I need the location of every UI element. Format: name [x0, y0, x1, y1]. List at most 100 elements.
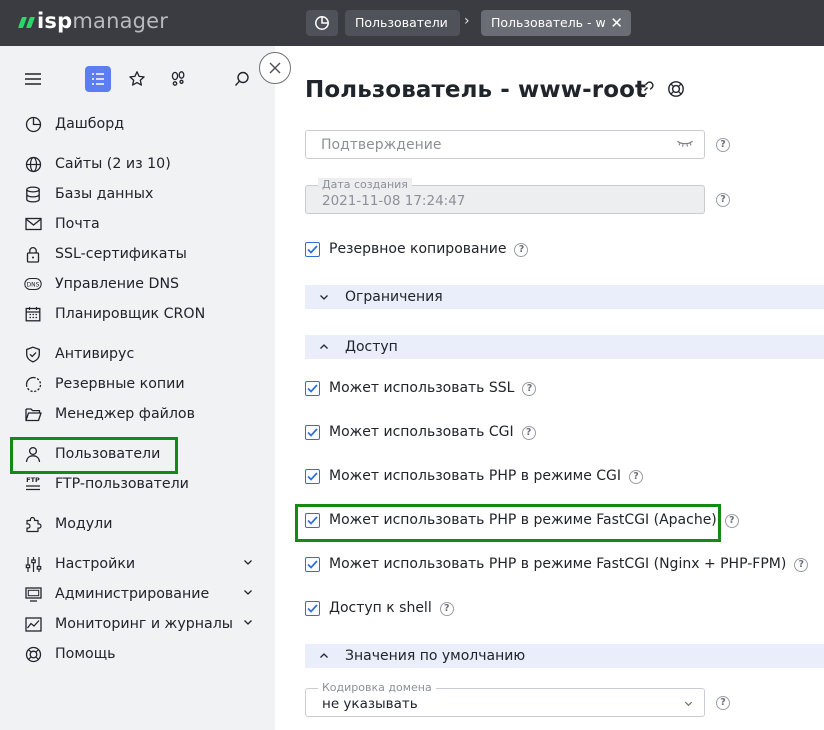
backup-checkbox[interactable] — [305, 241, 320, 257]
section-limits[interactable]: Ограничения — [305, 285, 824, 309]
chevron-down-icon[interactable] — [242, 616, 254, 628]
sidebar-item-file-manager[interactable]: Менеджер файлов — [24, 402, 195, 426]
mail-icon — [24, 215, 42, 233]
sidebar-item-label: Помощь — [55, 646, 116, 662]
help-icon[interactable]: ? — [716, 193, 730, 207]
lifebuoy-icon[interactable] — [667, 80, 685, 98]
help-icon[interactable]: ? — [724, 514, 739, 528]
access-option-label: Может использовать PHP в режиме CGI — [329, 468, 622, 484]
sidebar-item-label: Модули — [55, 516, 113, 532]
sidebar-item-backups[interactable]: Резервные копии — [24, 372, 185, 396]
dashboard-home-button[interactable] — [306, 10, 338, 36]
password-confirm-field[interactable]: Подтверждение — [305, 130, 705, 159]
sidebar-item-dashboard[interactable]: Дашборд — [24, 112, 124, 136]
breadcrumb-current-label: Пользователь - w — [491, 15, 606, 30]
section-defaults[interactable]: Значения по умолчанию — [305, 644, 824, 668]
collapse-menu-button[interactable] — [259, 52, 291, 84]
help-icon[interactable]: ? — [439, 602, 454, 616]
highlight-box-users — [10, 437, 178, 474]
access-option-cgi[interactable]: Может использовать CGI ? — [305, 422, 536, 442]
sidebar-item-antivirus[interactable]: Антивирус — [24, 342, 134, 366]
access-option-label: Может использовать SSL — [329, 380, 515, 396]
sidebar-item-label: Управление DNS — [55, 276, 180, 292]
sidebar-item-sites[interactable]: Сайты (2 из 10) — [24, 152, 171, 176]
chart-icon — [24, 615, 42, 633]
sidebar-item-mail[interactable]: Почта — [24, 212, 100, 236]
creation-date-label: Дата создания — [318, 178, 412, 192]
sidebar-item-administration[interactable]: Администрирование — [24, 582, 252, 606]
access-option-ssl[interactable]: Может использовать SSL ? — [305, 378, 537, 398]
section-defaults-label: Значения по умолчанию — [345, 648, 526, 664]
chevron-down-icon — [317, 290, 331, 304]
sidebar-item-modules[interactable]: Модули — [24, 512, 112, 536]
checkmark-icon — [307, 383, 318, 393]
breadcrumb-separator: › — [464, 13, 470, 29]
search-icon — [234, 71, 249, 86]
access-option-shell[interactable]: Доступ к shell ? — [305, 598, 454, 618]
domain-encoding-select[interactable]: Кодировка домена не указывать — [305, 681, 705, 717]
help-icon[interactable]: ? — [716, 138, 730, 152]
sidebar-item-cron[interactable]: Планировщик CRON — [24, 302, 205, 326]
sidebar-item-dns[interactable]: DNS Управление DNS — [24, 272, 179, 296]
recent-actions-button[interactable] — [165, 66, 191, 92]
sidebar-item-ssl[interactable]: SSL-сертификаты — [24, 242, 187, 266]
highlight-box-php-fastcgi-apache — [295, 504, 721, 542]
php-fastcgi-nginx-checkbox[interactable] — [305, 556, 320, 572]
backup-checkbox-label: Резервное копирование — [329, 241, 507, 257]
domain-encoding-label: Кодировка домена — [318, 681, 436, 695]
access-option-php-fastcgi-nginx[interactable]: Может использовать PHP в режиме FastCGI … — [305, 554, 809, 574]
checkmark-icon — [307, 559, 318, 569]
help-icon[interactable]: ? — [522, 382, 537, 396]
sidebar-item-databases[interactable]: Базы данных — [24, 182, 153, 206]
sidebar-item-settings[interactable]: Настройки — [24, 552, 252, 576]
menu-list-view-button[interactable] — [85, 66, 111, 92]
close-icon — [269, 62, 281, 74]
access-option-label: Может использовать PHP в режиме FastCGI … — [329, 556, 787, 572]
section-access[interactable]: Доступ — [305, 335, 824, 359]
backup-icon — [24, 375, 42, 393]
ispmanager-logo[interactable]: ispmanager — [17, 9, 168, 33]
checkmark-icon — [307, 471, 318, 481]
menu-toggle-button[interactable] — [20, 66, 46, 92]
php-cgi-checkbox[interactable] — [305, 468, 320, 484]
breadcrumb-current-user[interactable]: Пользователь - w ✕ — [481, 10, 631, 36]
chevron-down-icon[interactable] — [242, 556, 254, 568]
section-access-label: Доступ — [345, 339, 398, 355]
help-icon[interactable]: ? — [629, 470, 644, 484]
monitor-icon — [24, 585, 42, 603]
footprints-icon — [171, 71, 185, 86]
sidebar-item-monitoring[interactable]: Мониторинг и журналы — [24, 612, 252, 636]
chevron-down-icon[interactable] — [242, 586, 254, 598]
dns-icon-text: DNS — [27, 282, 40, 289]
sidebar-item-label: Резервные копии — [55, 376, 185, 392]
sidebar: Дашборд Сайты (2 из 10) Базы данных Почт… — [0, 46, 275, 730]
chevron-down-icon — [684, 701, 693, 707]
dashboard-icon — [315, 16, 329, 30]
database-icon — [24, 185, 42, 203]
sidebar-item-ftp-users[interactable]: FTP FTP-пользователи — [24, 472, 189, 496]
link-icon[interactable] — [637, 80, 655, 98]
help-icon[interactable]: ? — [521, 426, 536, 440]
logo-prefix: isp — [37, 9, 73, 33]
sidebar-item-help[interactable]: Помощь — [24, 642, 115, 666]
sidebar-item-label: Почта — [55, 216, 100, 232]
cgi-checkbox[interactable] — [305, 424, 320, 440]
access-option-php-cgi[interactable]: Может использовать PHP в режиме CGI ? — [305, 466, 644, 486]
eye-closed-icon[interactable] — [676, 138, 694, 150]
sidebar-item-label: Дашборд — [55, 116, 125, 132]
ssl-checkbox[interactable] — [305, 380, 320, 396]
favorites-button[interactable] — [124, 66, 150, 92]
search-button[interactable] — [229, 66, 255, 92]
dashboard-icon — [24, 115, 42, 133]
breadcrumb-users[interactable]: Пользователи — [345, 10, 460, 36]
help-icon[interactable]: ? — [514, 243, 529, 257]
shell-checkbox[interactable] — [305, 600, 320, 616]
help-icon[interactable]: ? — [716, 696, 730, 710]
creation-date-field: Дата создания 2021-11-08 17:24:47 — [305, 178, 705, 214]
top-bar: ispmanager Пользователи › Пользователь -… — [0, 0, 824, 46]
close-tab-icon[interactable]: ✕ — [610, 10, 623, 36]
help-icon[interactable]: ? — [794, 558, 809, 572]
backup-checkbox-row[interactable]: Резервное копирование ? — [305, 239, 529, 259]
sidebar-item-label: Базы данных — [55, 186, 154, 202]
globe-icon — [24, 155, 42, 173]
